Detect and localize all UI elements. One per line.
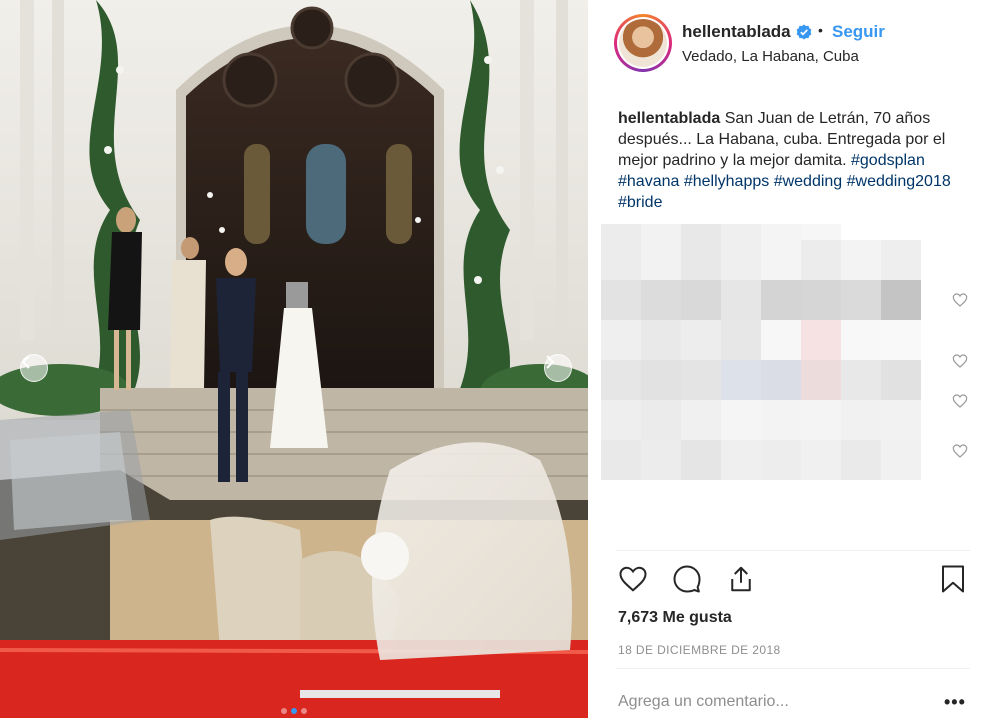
follow-button[interactable]: Seguir <box>832 22 885 42</box>
carousel-next-button[interactable] <box>544 354 572 382</box>
carousel-indicator <box>0 708 588 714</box>
post-actions-bar <box>616 562 970 602</box>
location-link[interactable]: Vedado, La Habana, Cuba <box>682 48 859 65</box>
hashtag-link[interactable]: #wedding <box>774 173 843 190</box>
username-link[interactable]: hellentablada <box>682 22 791 42</box>
carousel-dot-active <box>291 708 297 714</box>
comment-input[interactable] <box>618 690 918 714</box>
header-separator: • <box>818 22 823 38</box>
like-button[interactable] <box>616 562 650 596</box>
hashtag-link[interactable]: #bride <box>618 194 662 211</box>
bookmark-icon <box>942 565 964 593</box>
divider <box>616 550 970 551</box>
pixelated-comments <box>601 224 921 480</box>
caption-username[interactable]: hellentablada <box>618 110 720 127</box>
comment-button[interactable] <box>670 562 704 596</box>
share-icon <box>731 566 751 592</box>
divider <box>616 668 970 669</box>
post-side-panel: hellentablada • Seguir Vedado, La Habana… <box>588 0 1000 718</box>
chevron-right-icon <box>546 355 555 369</box>
comment-icon <box>673 565 701 593</box>
save-button[interactable] <box>936 562 970 596</box>
heart-icon <box>619 566 647 592</box>
like-count[interactable]: 7,673 Me gusta <box>618 609 732 627</box>
comment-like-heart-icon[interactable] <box>952 353 968 369</box>
hashtag-link[interactable]: #havana <box>618 173 679 190</box>
hashtag-link[interactable]: #wedding2018 <box>847 173 951 190</box>
comment-like-heart-icon[interactable] <box>952 292 968 308</box>
avatar-frame <box>617 17 669 69</box>
carousel-prev-button[interactable] <box>20 354 48 382</box>
share-button[interactable] <box>724 562 758 596</box>
hashtag-link[interactable]: #godsplan <box>851 152 925 169</box>
chevron-left-icon <box>21 355 30 369</box>
avatar-image <box>619 19 667 67</box>
post-header: hellentablada • Seguir Vedado, La Habana… <box>588 0 1000 88</box>
more-options-button[interactable]: ••• <box>944 692 966 713</box>
comment-like-heart-icon[interactable] <box>952 393 968 409</box>
wedding-photo-illustration <box>0 0 588 718</box>
carousel-dot <box>281 708 287 714</box>
comment-like-heart-icon[interactable] <box>952 443 968 459</box>
post-photo[interactable] <box>0 0 588 718</box>
post-date: 18 DE DICIEMBRE DE 2018 <box>618 643 781 657</box>
hashtag-link[interactable]: #hellyhapps <box>684 173 769 190</box>
verified-badge-icon <box>796 24 812 40</box>
avatar[interactable] <box>614 14 672 72</box>
post-caption: hellentablada San Juan de Letrán, 70 año… <box>618 108 980 213</box>
carousel-dot <box>301 708 307 714</box>
